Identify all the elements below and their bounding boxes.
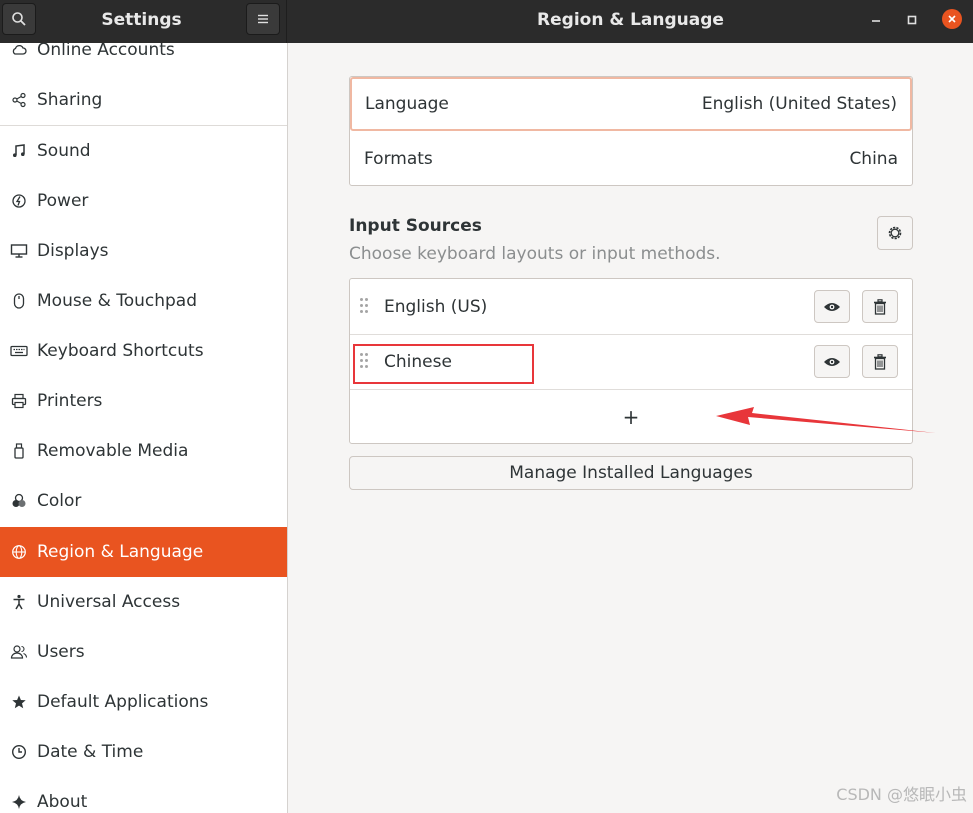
sidebar-item-displays[interactable]: Displays: [0, 226, 287, 276]
sidebar-item-label: Date & Time: [37, 742, 144, 762]
printer-icon: [0, 393, 37, 409]
sidebar-item-label: Printers: [37, 391, 103, 411]
annotation-highlight-box: [353, 344, 534, 384]
sidebar-item-label: About: [37, 792, 88, 812]
power-icon: [0, 193, 37, 209]
sidebar-item-default-applications[interactable]: Default Applications: [0, 677, 287, 727]
close-icon: [948, 15, 956, 23]
sidebar-item-label: Sound: [37, 141, 91, 161]
eye-icon: [824, 357, 840, 366]
sidebar-item-users[interactable]: Users: [0, 627, 287, 677]
sidebar-item-label: Online Accounts: [37, 43, 175, 60]
mouse-icon: [0, 293, 37, 309]
sidebar-item-label: Mouse & Touchpad: [37, 291, 198, 311]
preview-layout-button[interactable]: [814, 345, 850, 378]
language-row[interactable]: Language English (United States): [350, 77, 912, 131]
sidebar-item-keyboard-shortcuts[interactable]: Keyboard Shortcuts: [0, 326, 287, 376]
maximize-button[interactable]: [901, 9, 923, 31]
sidebar-item-color[interactable]: Color: [0, 476, 287, 526]
formats-value: China: [849, 149, 898, 169]
formats-label: Formats: [364, 149, 433, 169]
hamburger-menu-icon: [258, 14, 268, 24]
language-label: Language: [365, 94, 449, 114]
sidebar-item-label: Universal Access: [37, 592, 181, 612]
color-icon: [0, 493, 37, 509]
usb-drive-icon: [0, 443, 37, 459]
sidebar-item-date-time[interactable]: Date & Time: [0, 727, 287, 777]
remove-source-button[interactable]: [862, 290, 898, 323]
plus-icon: +: [622, 405, 640, 429]
keyboard-icon: [0, 345, 37, 357]
sidebar-item-about[interactable]: About: [0, 777, 287, 813]
sidebar-item-online-accounts[interactable]: Online Accounts: [0, 43, 287, 75]
formats-row[interactable]: Formats China: [350, 132, 912, 186]
music-note-icon: [0, 143, 37, 159]
search-icon: [12, 12, 26, 26]
clock-icon: [0, 744, 37, 760]
accessibility-icon: [0, 594, 37, 610]
sidebar-item-region-language[interactable]: Region & Language: [0, 527, 287, 577]
sidebar-item-mouse-touchpad[interactable]: Mouse & Touchpad: [0, 276, 287, 326]
remove-source-button[interactable]: [862, 345, 898, 378]
sidebar-item-universal-access[interactable]: Universal Access: [0, 577, 287, 627]
input-sources-options-button[interactable]: [877, 216, 913, 250]
maximize-icon: [907, 15, 917, 25]
sidebar-item-label: Default Applications: [37, 692, 209, 712]
input-sources-subtitle: Choose keyboard layouts or input methods…: [349, 244, 721, 264]
input-source-label: English (US): [384, 296, 488, 317]
eye-icon: [824, 302, 840, 311]
sidebar-item-label: Users: [37, 642, 85, 662]
sidebar-item-label: Sharing: [37, 90, 103, 110]
sidebar-item-label: Displays: [37, 241, 109, 261]
sidebar: Online Accounts Sharing Sound Power Disp…: [0, 43, 288, 813]
globe-icon: [0, 544, 37, 560]
sidebar-item-power[interactable]: Power: [0, 176, 287, 226]
sidebar-item-sound[interactable]: Sound: [0, 126, 287, 176]
minimize-button[interactable]: [865, 9, 887, 31]
annotation-arrow: [716, 407, 936, 433]
sidebar-item-sharing[interactable]: Sharing: [0, 75, 287, 125]
users-icon: [0, 644, 37, 660]
sidebar-item-label: Color: [37, 491, 82, 511]
preview-layout-button[interactable]: [814, 290, 850, 323]
menu-button[interactable]: [246, 3, 280, 35]
star-icon: [0, 694, 37, 710]
manage-installed-languages-button[interactable]: Manage Installed Languages: [349, 456, 913, 490]
header-bar: Settings Region & Language: [0, 0, 973, 43]
drag-handle-icon[interactable]: [360, 298, 368, 314]
language-value: English (United States): [701, 94, 897, 114]
gear-icon: [888, 226, 902, 240]
sidebar-item-label: Region & Language: [37, 542, 204, 562]
trash-icon: [874, 353, 886, 370]
language-formats-list: Language English (United States) Formats…: [349, 76, 913, 186]
search-button[interactable]: [2, 3, 36, 35]
sidebar-item-label: Keyboard Shortcuts: [37, 341, 204, 361]
sparkle-icon: [0, 794, 37, 810]
close-button[interactable]: [942, 9, 962, 29]
cloud-icon: [0, 44, 37, 56]
sidebar-item-label: Removable Media: [37, 441, 189, 461]
minimize-icon: [872, 20, 880, 22]
sidebar-item-removable-media[interactable]: Removable Media: [0, 426, 287, 476]
trash-icon: [874, 298, 886, 315]
input-source-row[interactable]: English (US): [350, 279, 912, 334]
watermark-text: CSDN @悠眠小虫: [836, 785, 967, 804]
input-sources-title: Input Sources: [349, 216, 482, 236]
sidebar-header: Settings: [0, 0, 287, 43]
display-icon: [0, 243, 37, 259]
sidebar-item-label: Power: [37, 191, 89, 211]
sidebar-item-printers[interactable]: Printers: [0, 376, 287, 426]
sidebar-title: Settings: [101, 10, 182, 30]
share-icon: [0, 92, 37, 108]
